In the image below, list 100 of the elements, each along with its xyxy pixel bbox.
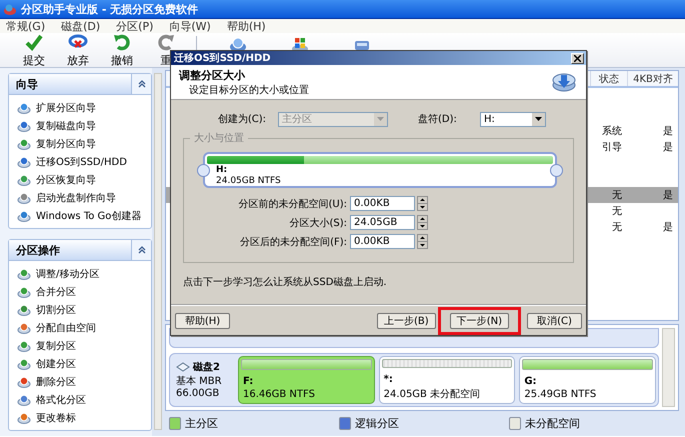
undo-icon[interactable] (112, 32, 132, 52)
table-cell: 是 (663, 142, 673, 153)
disk-size: 66.00GB (176, 388, 220, 399)
disk-icon (17, 267, 31, 281)
disk-icon (17, 137, 31, 151)
table-cell: 系统 (602, 126, 622, 137)
resize-handle[interactable] (197, 164, 210, 178)
sidebar-item[interactable]: 启动光盘制作向导 (36, 191, 116, 205)
sidebar-item[interactable]: 扩展分区向导 (36, 101, 96, 115)
dialog-button[interactable]: 帮助(H) (175, 312, 230, 329)
dialog-heading: 调整分区大小 (179, 68, 246, 83)
legend-label: 逻辑分区 (355, 416, 399, 431)
disk-icon (17, 191, 31, 205)
spin-button[interactable] (417, 215, 428, 230)
disk-icon (17, 321, 31, 335)
scrollbar[interactable] (154, 73, 162, 430)
sidebar-item[interactable]: 复制磁盘向导 (36, 119, 96, 133)
sidebar-item[interactable]: 复制分区 (36, 339, 76, 353)
sidebar-item[interactable]: 切割分区 (36, 303, 76, 317)
dialog-button[interactable]: 下一步(N) (450, 312, 509, 329)
spin-button[interactable] (417, 196, 428, 212)
sidebar-item[interactable]: 格式化分区 (36, 393, 86, 407)
toolbar-label[interactable]: 撤销 (111, 53, 133, 68)
disk-icon (17, 303, 31, 317)
disk-card[interactable]: 磁盘2 基本 MBR 66.00GB F: 16.46GB NTFS *: 24.05GB 未分配空间 G: 25.49GB NTFS (169, 353, 659, 407)
partition-block[interactable]: G: 25.49GB NTFS (519, 356, 656, 404)
column-header[interactable]: 状态 (590, 71, 627, 86)
input-field[interactable]: 0.00KB (350, 234, 415, 250)
group-title: 大小与位置 (190, 131, 248, 146)
field-label: 分区大小(S): (288, 216, 348, 230)
dialog-subheading: 设定目标分区的大小或位置 (188, 84, 309, 97)
sidebar-item[interactable]: 创建分区 (36, 357, 76, 371)
disk-icon (17, 101, 31, 115)
input-field[interactable]: 0.00KB (350, 196, 415, 212)
check-icon[interactable] (24, 32, 44, 52)
field-label: 盘符(D): (418, 113, 458, 126)
sidebar-item[interactable]: 复制分区向导 (36, 137, 96, 151)
table-cell: 无 (612, 222, 622, 233)
redo-icon[interactable] (156, 32, 176, 52)
disk-icon (17, 375, 31, 389)
field-label: 分区前的未分配空间(U): (238, 198, 348, 211)
partition-block[interactable]: F: 16.46GB NTFS (238, 356, 375, 404)
column-header[interactable]: 4KB对齐 (627, 71, 678, 86)
menu-item[interactable]: 帮助(H) (226, 18, 266, 34)
disk-icon (17, 155, 31, 169)
partition-letter: H: (215, 165, 228, 176)
collapse-button[interactable] (131, 240, 151, 260)
partition-bar[interactable]: H: 24.05GB NTFS (203, 152, 557, 188)
app-icon (3, 2, 17, 16)
chevron-icon (138, 246, 146, 254)
table-cell: 无 (612, 190, 622, 201)
sidebar-item[interactable]: 调整/移动分区 (36, 267, 100, 281)
table-cell: 引导 (602, 142, 622, 153)
menu-item[interactable]: 磁盘(D) (61, 18, 100, 34)
disk-icon (17, 173, 31, 187)
window-title: 分区助手专业版 - 无损分区免费软件 (21, 2, 198, 16)
input-field[interactable]: 24.05GB (350, 215, 415, 230)
sidebar-item[interactable]: Windows To Go创建器 (36, 209, 142, 223)
disk-icon (17, 119, 31, 133)
menu-item[interactable]: 向导(W) (169, 18, 211, 34)
chevron-icon (138, 80, 146, 88)
sidebar-item[interactable]: 分区恢复向导 (36, 173, 96, 187)
panel-title: 分区操作 (16, 242, 60, 258)
table-cell: 是 (663, 126, 673, 137)
menu-item[interactable]: 分区(P) (116, 18, 154, 34)
disk-icon (17, 411, 31, 425)
resize-handle[interactable] (550, 164, 563, 178)
disk-icon (17, 209, 31, 223)
sidebar-item[interactable]: 迁移OS到SSD/HDD (36, 155, 127, 169)
toolbar-label[interactable]: 放弃 (67, 53, 89, 68)
dialog-button[interactable]: 上一步(B) (377, 312, 436, 329)
disk-icon (17, 393, 31, 407)
partition-letter: G: (523, 376, 538, 387)
close-button[interactable] (571, 52, 584, 64)
disk-icon (552, 71, 576, 94)
collapse-button[interactable] (131, 74, 151, 94)
partition-letter: *: (382, 374, 394, 385)
sidebar-item[interactable]: 合并分区 (36, 285, 76, 299)
sidebar-item[interactable]: 分配自由空间 (36, 321, 96, 335)
toolbar-label[interactable]: 重 (160, 53, 172, 68)
field-label: 创建为(C): (216, 112, 267, 126)
scrollbar[interactable] (662, 328, 675, 407)
spin-button[interactable] (417, 234, 428, 250)
sidebar-item[interactable]: 删除分区 (36, 375, 76, 389)
field-label: 分区后的未分配空间(F): (239, 236, 348, 249)
legend-label: 未分配空间 (525, 416, 580, 431)
partition-info: 24.05GB NTFS (215, 176, 282, 186)
partition-block[interactable]: *: 24.05GB 未分配空间 (378, 356, 516, 404)
partition-letter: F: (242, 376, 254, 387)
partition-info: 25.49GB NTFS (523, 389, 598, 400)
dropdown[interactable]: H: (480, 112, 546, 127)
sidebar-item[interactable]: 更改卷标 (36, 411, 76, 425)
table-cell: 是 (663, 190, 673, 201)
disk-icon (17, 339, 31, 353)
menu-item[interactable]: 常规(G) (6, 18, 46, 34)
caret-icon (377, 117, 384, 122)
hint-text: 点击下一步学习怎么让系统从SSD磁盘上启动. (183, 276, 388, 290)
toolbar-label[interactable]: 提交 (23, 53, 45, 68)
disk-type: 基本 MBR (176, 374, 223, 388)
dialog-button[interactable]: 取消(C) (527, 312, 582, 329)
